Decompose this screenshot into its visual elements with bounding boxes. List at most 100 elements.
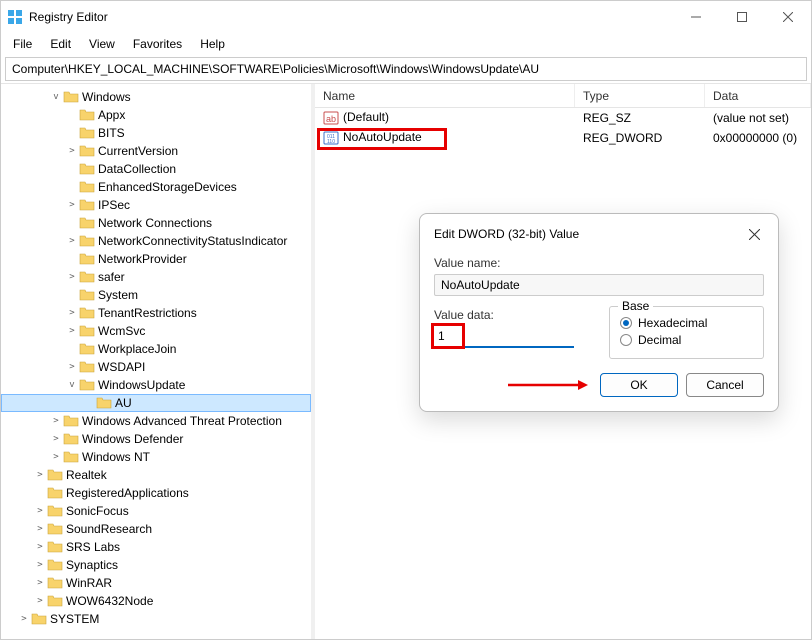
chevron-right-icon[interactable]: > [49,412,63,430]
folder-icon [47,558,63,572]
chevron-right-icon[interactable]: > [33,574,47,592]
value-name: (Default) [343,110,389,124]
tree-node-ipsec[interactable]: >IPSec [1,196,311,214]
tree-node-registeredapplications[interactable]: RegisteredApplications [1,484,311,502]
tree-node-appx[interactable]: Appx [1,106,311,124]
tree-node-srs-labs[interactable]: >SRS Labs [1,538,311,556]
folder-icon [47,504,63,518]
tree-node-wsdapi[interactable]: >WSDAPI [1,358,311,376]
close-button[interactable] [765,1,811,33]
chevron-right-icon[interactable]: > [65,304,79,322]
radio-hexadecimal[interactable]: Hexadecimal [620,316,753,330]
menu-edit[interactable]: Edit [42,35,79,53]
tree-node-datacollection[interactable]: DataCollection [1,160,311,178]
folder-icon [47,522,63,536]
chevron-down-icon[interactable]: v [49,88,63,106]
app-title: Registry Editor [29,10,108,24]
tree-node-system[interactable]: >SYSTEM [1,610,311,628]
tree-label: SonicFocus [66,502,129,520]
chevron-right-icon[interactable]: > [33,538,47,556]
chevron-right-icon[interactable]: > [17,610,31,628]
tree-label: Windows NT [82,448,150,466]
tree-node-network-connections[interactable]: Network Connections [1,214,311,232]
tree-node-realtek[interactable]: >Realtek [1,466,311,484]
tree-pane[interactable]: vWindowsAppxBITS>CurrentVersionDataColle… [1,84,311,639]
tree-node-windows[interactable]: vWindows [1,88,311,106]
app-icon [7,9,23,25]
tree-node-networkprovider[interactable]: NetworkProvider [1,250,311,268]
tree-node-synaptics[interactable]: > Synaptics [1,556,311,574]
chevron-right-icon[interactable]: > [33,592,47,610]
folder-icon [79,270,95,284]
window-controls [673,1,811,33]
string-value-icon: ab [323,110,339,126]
tree-node-sonicfocus[interactable]: > SonicFocus [1,502,311,520]
chevron-right-icon[interactable]: > [33,556,47,574]
maximize-button[interactable] [719,1,765,33]
folder-icon [47,540,63,554]
chevron-right-icon[interactable]: > [65,268,79,286]
folder-icon [79,306,95,320]
radio-decimal[interactable]: Decimal [620,333,753,347]
tree-node-windows-advanced-threat-protection[interactable]: >Windows Advanced Threat Protection [1,412,311,430]
chevron-right-icon[interactable]: > [33,466,47,484]
tree-node-windows-nt[interactable]: > Windows NT [1,448,311,466]
tree-label: DataCollection [98,160,176,178]
chevron-right-icon[interactable]: > [49,448,63,466]
tree-node-networkconnectivitystatusindicator[interactable]: >NetworkConnectivityStatusIndicator [1,232,311,250]
menu-view[interactable]: View [81,35,123,53]
folder-icon [31,612,47,626]
tree-node-tenantrestrictions[interactable]: >TenantRestrictions [1,304,311,322]
dialog-title: Edit DWORD (32-bit) Value [434,227,579,241]
chevron-right-icon[interactable]: > [65,196,79,214]
col-name[interactable]: Name [315,84,575,107]
dialog-close-button[interactable] [744,224,764,244]
tree-node-wcmsvc[interactable]: >WcmSvc [1,322,311,340]
tree-node-windows-defender[interactable]: > Windows Defender [1,430,311,448]
menu-help[interactable]: Help [192,35,233,53]
value-row[interactable]: ab(Default)REG_SZ(value not set) [315,108,811,128]
tree-label: NetworkProvider [98,250,187,268]
tree-node-safer[interactable]: > safer [1,268,311,286]
tree-node-wow6432node[interactable]: >WOW6432Node [1,592,311,610]
tree-node-workplacejoin[interactable]: WorkplaceJoin [1,340,311,358]
tree-node-currentversion[interactable]: > CurrentVersion [1,142,311,160]
cancel-button[interactable]: Cancel [686,373,764,397]
tree-label: Synaptics [66,556,118,574]
col-data[interactable]: Data [705,84,811,107]
tree-node-windowsupdate[interactable]: vWindowsUpdate [1,376,311,394]
list-header: Name Type Data [315,84,811,108]
chevron-right-icon[interactable]: > [33,520,47,538]
chevron-right-icon[interactable]: > [33,502,47,520]
col-type[interactable]: Type [575,84,705,107]
tree-node-enhancedstoragedevices[interactable]: EnhancedStorageDevices [1,178,311,196]
tree-node-bits[interactable]: BITS [1,124,311,142]
tree-node-system[interactable]: System [1,286,311,304]
tree-label: safer [98,268,125,286]
radio-icon [620,334,632,346]
titlebar: Registry Editor [1,1,811,33]
tree-node-au[interactable]: AU [1,394,311,412]
menu-file[interactable]: File [5,35,40,53]
chevron-right-icon[interactable]: > [65,358,79,376]
chevron-right-icon[interactable]: > [65,232,79,250]
tree-label: RegisteredApplications [66,484,189,502]
folder-icon [63,90,79,104]
address-bar[interactable]: Computer\HKEY_LOCAL_MACHINE\SOFTWARE\Pol… [5,57,807,81]
value-row[interactable]: 011110NoAutoUpdateREG_DWORD0x00000000 (0… [315,128,811,148]
tree-node-winrar[interactable]: >WinRAR [1,574,311,592]
value-name-field: NoAutoUpdate [434,274,764,296]
folder-icon [79,288,95,302]
folder-icon [79,216,95,230]
tree-label: CurrentVersion [98,142,178,160]
chevron-down-icon[interactable]: v [65,376,79,394]
tree-node-soundresearch[interactable]: >SoundResearch [1,520,311,538]
tree-label: Windows Defender [82,430,183,448]
base-legend: Base [618,299,653,313]
chevron-right-icon[interactable]: > [65,322,79,340]
chevron-right-icon[interactable]: > [65,142,79,160]
minimize-button[interactable] [673,1,719,33]
menu-favorites[interactable]: Favorites [125,35,190,53]
chevron-right-icon[interactable]: > [49,430,63,448]
ok-button[interactable]: OK [600,373,678,397]
